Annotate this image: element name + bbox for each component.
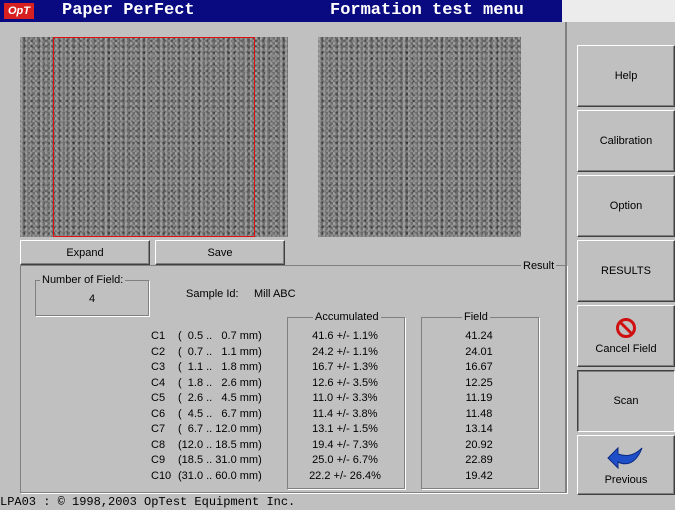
selection-frame[interactable] bbox=[53, 37, 255, 237]
size-range: ( 6.7 .. 12.0 mm) bbox=[178, 423, 262, 435]
size-range: (12.0 .. 18.5 mm) bbox=[178, 438, 262, 451]
option-label: Option bbox=[609, 200, 643, 212]
sidebar-divider bbox=[565, 22, 567, 492]
size-range: ( 1.1 .. 1.8 mm) bbox=[178, 361, 262, 373]
class-label: C7 bbox=[151, 423, 166, 435]
app-logo: OpT bbox=[4, 3, 34, 19]
number-of-field-box: Number of Field: 4 bbox=[35, 274, 149, 316]
calibration-label: Calibration bbox=[599, 135, 653, 147]
cancel-field-button[interactable]: Cancel Field bbox=[577, 305, 675, 367]
title-bar-end bbox=[562, 0, 675, 22]
class-label: C8 bbox=[151, 438, 166, 451]
menu-title: Formation test menu bbox=[330, 1, 524, 20]
accumulated-header: Accumulated bbox=[313, 311, 381, 323]
accumulated-value: 41.6 +/- 1.1% bbox=[312, 330, 378, 342]
number-of-field-label: Number of Field: bbox=[40, 274, 126, 286]
save-label: Save bbox=[207, 246, 233, 259]
scan-label: Scan bbox=[613, 395, 639, 407]
results-button[interactable]: RESULTS bbox=[577, 240, 675, 302]
accumulated-value: 16.7 +/- 1.3% bbox=[312, 361, 378, 373]
class-label: C4 bbox=[151, 376, 166, 389]
sample-id-label: Sample Id: bbox=[186, 288, 239, 300]
cancel-field-label: Cancel Field bbox=[595, 343, 657, 355]
class-label: C9 bbox=[151, 454, 166, 466]
calibration-button[interactable]: Calibration bbox=[577, 110, 675, 172]
help-label: Help bbox=[614, 70, 638, 82]
result-panel: Result Number of Field: 4 Sample Id: Mil… bbox=[20, 260, 567, 493]
accumulated-value: 11.4 +/- 3.8% bbox=[312, 407, 378, 420]
size-range: ( 1.8 .. 2.6 mm) bbox=[178, 376, 262, 389]
sample-image-left bbox=[20, 37, 288, 237]
accumulated-value: 12.6 +/- 3.5% bbox=[312, 376, 378, 389]
field-value: 19.42 bbox=[465, 469, 493, 482]
option-button[interactable]: Option bbox=[577, 175, 675, 237]
accumulated-value: 11.0 +/- 3.3% bbox=[312, 392, 378, 404]
size-range: ( 4.5 .. 6.7 mm) bbox=[178, 407, 262, 420]
field-value: 11.48 bbox=[465, 407, 493, 420]
sample-image-right bbox=[318, 37, 521, 237]
field-value: 12.25 bbox=[465, 376, 493, 389]
previous-label: Previous bbox=[604, 474, 648, 486]
size-range: (18.5 .. 31.0 mm) bbox=[178, 454, 262, 466]
sample-id-value: Mill ABC bbox=[254, 288, 296, 300]
size-range: (31.0 .. 60.0 mm) bbox=[178, 469, 262, 482]
field-value: 41.24 bbox=[465, 330, 493, 342]
results-label: RESULTS bbox=[601, 265, 651, 277]
class-label: C2 bbox=[151, 345, 166, 358]
class-label: C1 bbox=[151, 330, 166, 342]
expand-button[interactable]: Expand bbox=[20, 240, 150, 265]
class-label: C3 bbox=[151, 361, 166, 373]
accumulated-value: 24.2 +/- 1.1% bbox=[312, 345, 378, 358]
accumulated-value: 22.2 +/- 26.4% bbox=[309, 469, 381, 482]
number-of-field-value: 4 bbox=[88, 293, 96, 305]
accumulated-value: 19.4 +/- 7.3% bbox=[312, 438, 378, 451]
accumulated-value: 13.1 +/- 1.5% bbox=[312, 423, 378, 435]
save-button[interactable]: Save bbox=[155, 240, 285, 265]
field-texture bbox=[318, 37, 521, 237]
scan-button[interactable]: Scan bbox=[577, 370, 675, 432]
class-label: C10 bbox=[151, 469, 172, 482]
title-bar: OpT Paper PerFect Formation test menu bbox=[0, 0, 675, 22]
previous-button[interactable]: Previous bbox=[577, 435, 675, 495]
app-name: Paper PerFect bbox=[62, 1, 195, 20]
back-arrow-icon bbox=[607, 446, 643, 470]
class-label: C6 bbox=[151, 407, 166, 420]
field-value: 20.92 bbox=[465, 438, 493, 451]
expand-label: Expand bbox=[66, 246, 104, 259]
class-label: C5 bbox=[151, 392, 166, 404]
field-value: 13.14 bbox=[465, 423, 493, 435]
size-range: ( 2.6 .. 4.5 mm) bbox=[178, 392, 262, 404]
field-value: 16.67 bbox=[465, 361, 493, 373]
field-header: Field bbox=[462, 311, 490, 323]
field-value: 24.01 bbox=[465, 345, 493, 358]
status-bar: LPA03 : © 1998,2003 OpTest Equipment Inc… bbox=[0, 495, 296, 509]
result-label: Result bbox=[521, 260, 557, 272]
no-entry-icon bbox=[616, 318, 636, 338]
help-button[interactable]: Help bbox=[577, 45, 675, 107]
size-range: ( 0.5 .. 0.7 mm) bbox=[178, 330, 262, 342]
accumulated-value: 25.0 +/- 6.7% bbox=[312, 454, 378, 466]
field-value: 11.19 bbox=[465, 392, 493, 404]
size-range: ( 0.7 .. 1.1 mm) bbox=[178, 345, 262, 358]
field-value: 22.89 bbox=[465, 454, 493, 466]
